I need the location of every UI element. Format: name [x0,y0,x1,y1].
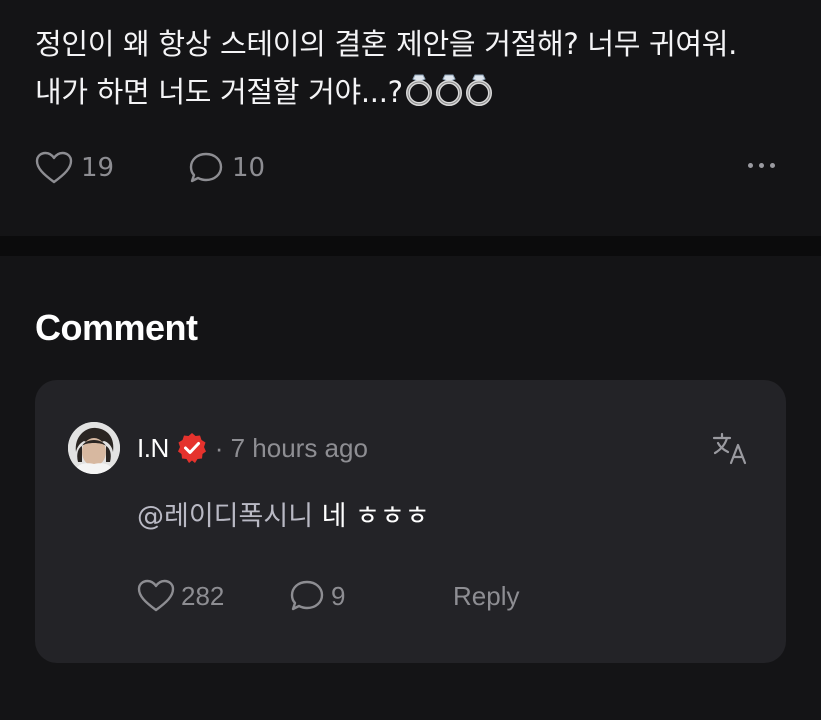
comment-author-name[interactable]: I.N [137,433,169,464]
comment-like-count: 282 [181,580,225,611]
thread-page: 정인이 왜 항상 스테이의 결혼 제안을 거절해? 너무 귀여워. 내가 하면 … [0,0,821,720]
reply-button[interactable]: Reply [453,578,519,614]
post-actions: 19 10 [35,150,785,186]
comment-replies-button[interactable]: 9 [289,578,345,614]
heart-icon [137,579,175,612]
comment-actions: 282 9 Reply [137,578,737,614]
ring-emoji [405,72,433,106]
ring-emoji [435,72,463,106]
post-like-count: 19 [81,153,115,183]
comment-reply-count: 9 [331,580,346,611]
post-text-line-2-text: 내가 하면 너도 거절할 거야...? [35,75,403,109]
more-dots-icon[interactable] [748,163,775,168]
comment-body-text: 네 ㅎㅎㅎ [313,501,430,532]
post-text-line-1: 정인이 왜 항상 스테이의 결혼 제안을 거절해? 너무 귀여워. [35,27,738,61]
comment-bubble-icon [290,580,324,611]
post-comment-button[interactable]: 10 [188,150,265,186]
comment-author-row: I.N · 7 hours ago [137,430,368,466]
comment-body: @레이디폭시니 네 ㅎㅎㅎ [137,494,430,533]
post-like-button[interactable]: 19 [35,150,114,186]
section-divider [0,236,821,256]
verified-badge-icon [177,433,206,463]
comment-like-button[interactable]: 282 [137,578,224,614]
comment-section-title: Comment [35,307,198,348]
comment-bubble-icon [189,152,223,183]
post-text: 정인이 왜 항상 스테이의 결혼 제안을 거절해? 너무 귀여워. 내가 하면 … [35,20,805,116]
post-text-line-2: 내가 하면 너도 거절할 거야...? [35,68,805,116]
comment-mention[interactable]: @레이디폭시니 [137,501,313,532]
translate-icon[interactable] [712,432,750,466]
post-comment-count: 10 [232,153,266,183]
ring-emoji [465,72,493,106]
heart-icon [35,151,73,184]
avatar[interactable] [68,422,120,474]
comment-card: I.N · 7 hours ago @레이디폭시니 네 ㅎㅎㅎ 282 9 Re… [35,380,786,663]
comment-timestamp: · 7 hours ago [214,432,368,463]
post: 정인이 왜 항상 스테이의 결혼 제안을 거절해? 너무 귀여워. 내가 하면 … [0,0,821,236]
